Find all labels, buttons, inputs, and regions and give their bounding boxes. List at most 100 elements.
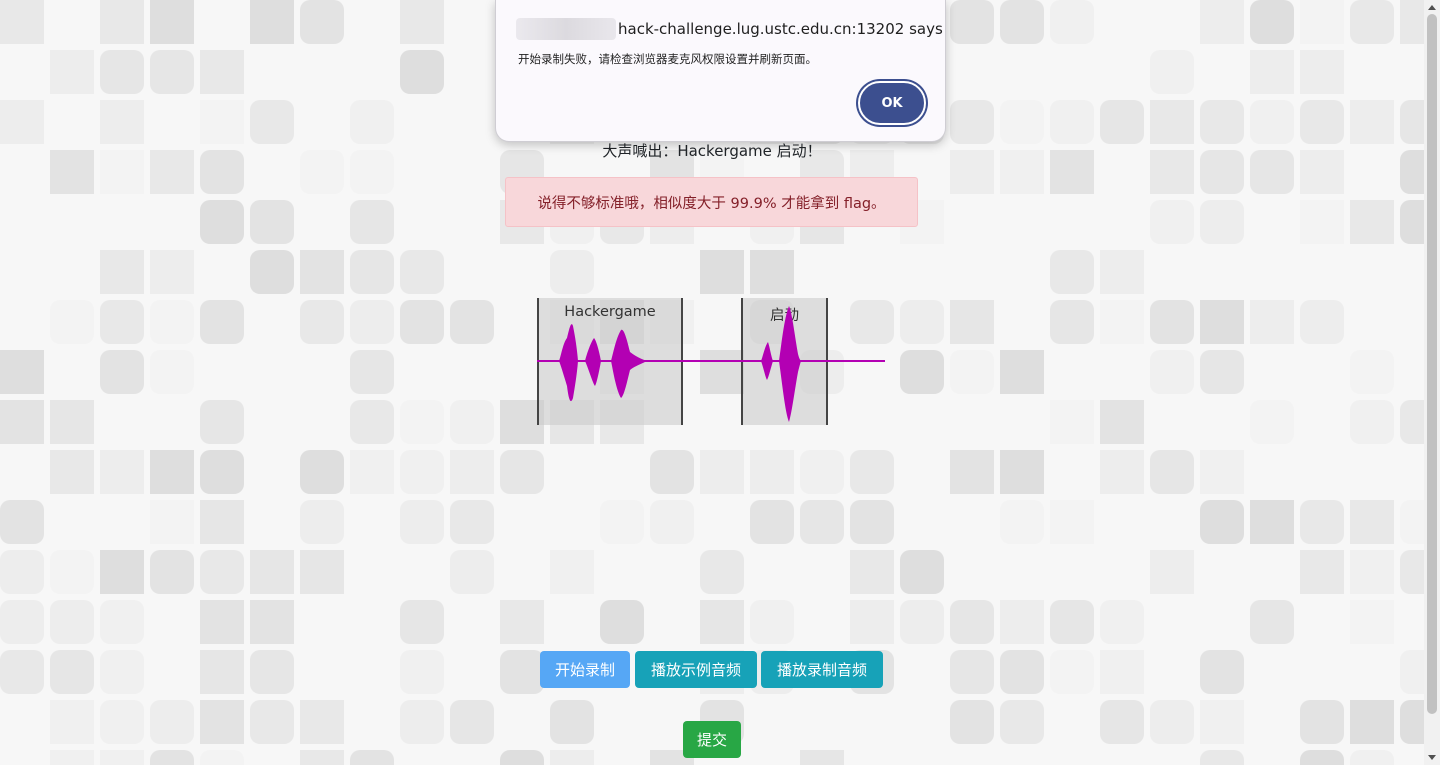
background-tile	[1400, 0, 1424, 44]
background-tile	[950, 300, 994, 344]
background-tile	[100, 50, 144, 94]
background-tile	[450, 700, 494, 744]
background-tile	[50, 600, 94, 644]
scrollbar-thumb[interactable]	[1427, 14, 1437, 714]
background-tile	[200, 650, 244, 694]
background-tile	[950, 650, 994, 694]
background-tile	[350, 250, 394, 294]
background-tile	[1000, 450, 1044, 494]
background-tile	[1050, 400, 1094, 444]
background-tile	[1350, 500, 1394, 544]
background-tile	[500, 750, 544, 765]
background-tile	[1350, 100, 1394, 144]
background-tile	[1250, 300, 1294, 344]
background-tile	[0, 650, 44, 694]
background-tile	[1350, 350, 1394, 394]
background-tile	[700, 250, 744, 294]
dialog-header: hack-challenge.lug.ustc.edu.cn:13202 say…	[516, 18, 943, 40]
background-tile	[1000, 700, 1044, 744]
background-tile	[0, 600, 44, 644]
background-tile	[1300, 550, 1344, 594]
vertical-scrollbar[interactable]	[1424, 0, 1440, 765]
background-tile	[400, 600, 444, 644]
play-sample-audio-button[interactable]: 播放示例音频	[635, 651, 757, 688]
background-tile	[1200, 200, 1244, 244]
background-tile	[1100, 600, 1144, 644]
background-tile	[550, 550, 594, 594]
redacted-origin	[516, 18, 616, 40]
background-tile	[850, 600, 894, 644]
background-tile	[1250, 50, 1294, 94]
background-tile	[1050, 250, 1094, 294]
play-recorded-audio-button[interactable]: 播放录制音频	[761, 651, 883, 688]
similarity-alert: 说得不够标准哦，相似度大于 99.9% 才能拿到 flag。	[505, 177, 918, 227]
background-tile	[1150, 300, 1194, 344]
background-tile	[1200, 650, 1244, 694]
background-tile	[100, 600, 144, 644]
background-tile	[450, 400, 494, 444]
background-tile	[250, 200, 294, 244]
background-tile	[200, 600, 244, 644]
background-tile	[1350, 400, 1394, 444]
background-tile	[1350, 0, 1394, 44]
background-tile	[1100, 100, 1144, 144]
background-tile	[1100, 450, 1144, 494]
background-tile	[200, 700, 244, 744]
background-tile	[950, 450, 994, 494]
background-tile	[950, 700, 994, 744]
background-tile	[500, 650, 544, 694]
background-tile	[150, 550, 194, 594]
background-tile	[1000, 500, 1044, 544]
background-tile	[1150, 200, 1194, 244]
background-tile	[900, 600, 944, 644]
background-tile	[50, 550, 94, 594]
background-tile	[300, 500, 344, 544]
background-tile	[400, 250, 444, 294]
background-tile	[1200, 750, 1244, 765]
dialog-message: 开始录制失败，请检查浏览器麦克风权限设置并刷新页面。	[518, 52, 817, 66]
background-tile	[100, 350, 144, 394]
background-tile	[0, 500, 44, 544]
background-tile	[750, 500, 794, 544]
background-tile	[150, 350, 194, 394]
background-tile	[1300, 750, 1344, 765]
background-tile	[1250, 400, 1294, 444]
background-tile	[250, 100, 294, 144]
background-tile	[1050, 650, 1094, 694]
background-tile	[1400, 400, 1424, 444]
background-tile	[150, 250, 194, 294]
background-tile	[650, 450, 694, 494]
background-tile	[400, 450, 444, 494]
background-tile	[100, 650, 144, 694]
background-tile	[250, 700, 294, 744]
background-tile	[150, 750, 194, 765]
background-tile	[150, 700, 194, 744]
background-tile	[900, 550, 944, 594]
background-tile	[200, 500, 244, 544]
background-tile	[0, 550, 44, 594]
background-tile	[1300, 300, 1344, 344]
background-tile	[300, 300, 344, 344]
background-tile	[500, 450, 544, 494]
background-tile	[250, 650, 294, 694]
submit-button[interactable]: 提交	[683, 721, 741, 758]
background-tile	[1400, 500, 1424, 544]
background-tile	[200, 550, 244, 594]
background-tile	[1200, 0, 1244, 44]
background-tile	[650, 500, 694, 544]
background-tile	[300, 550, 344, 594]
background-tile	[500, 600, 544, 644]
scroll-up-icon[interactable]	[1428, 5, 1436, 10]
background-tile	[1150, 700, 1194, 744]
background-tile	[400, 500, 444, 544]
dialog-ok-button[interactable]: OK	[858, 81, 926, 125]
background-tile	[550, 700, 594, 744]
background-tile	[1300, 0, 1344, 44]
background-tile	[1400, 650, 1424, 694]
alert-dialog: hack-challenge.lug.ustc.edu.cn:13202 say…	[495, 0, 946, 142]
start-recording-button[interactable]: 开始录制	[540, 651, 630, 688]
background-tile	[1100, 650, 1144, 694]
scroll-down-icon[interactable]	[1428, 755, 1436, 760]
background-tile	[100, 250, 144, 294]
background-tile	[1200, 450, 1244, 494]
